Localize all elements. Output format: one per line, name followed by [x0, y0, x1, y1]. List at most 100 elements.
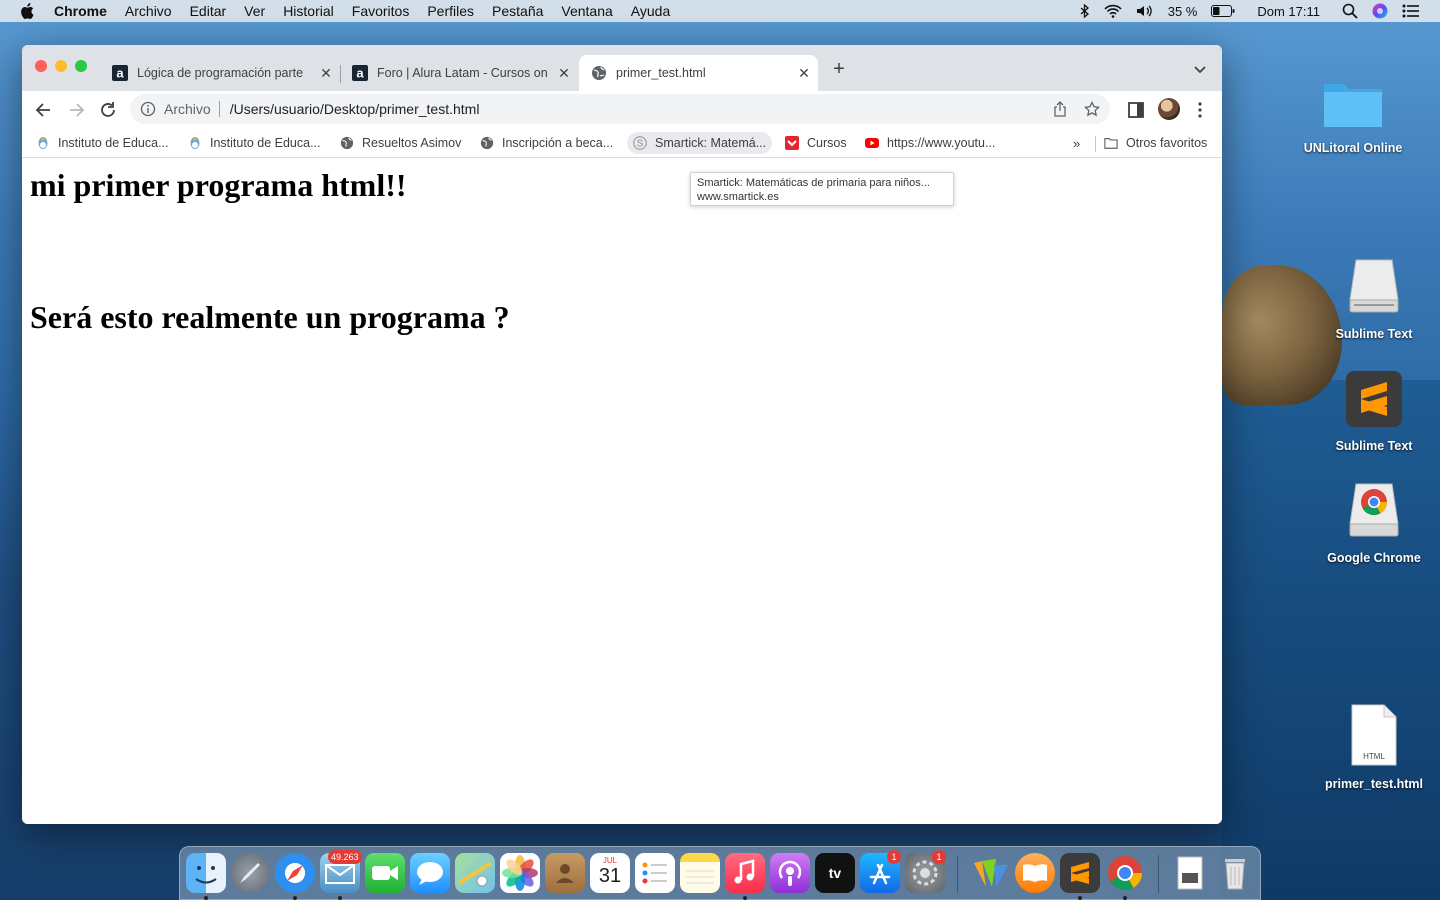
- chrome-disk-icon: [1349, 483, 1399, 537]
- bookmarks-separator: [1095, 136, 1096, 152]
- bookmark-instituto-2[interactable]: Instituto de Educa...: [182, 132, 327, 154]
- volume-icon[interactable]: [1136, 4, 1154, 18]
- apple-icon[interactable]: [20, 3, 34, 19]
- tab-title: Lógica de programación parte: [137, 66, 304, 80]
- contacts-icon[interactable]: [545, 853, 585, 893]
- page-heading-2: Será esto realmente un programa ?: [30, 299, 510, 335]
- desktop-icon-label: Sublime Text: [1335, 439, 1413, 453]
- more-menu-icon[interactable]: [1190, 100, 1210, 120]
- calendar-icon[interactable]: JUL 31: [590, 853, 630, 893]
- desktop-icon-unlitoral[interactable]: UNLitoral Online: [1288, 78, 1418, 155]
- desktop-icon-sublime-disk[interactable]: Sublime Text: [1309, 256, 1439, 341]
- forward-arrow-icon[interactable]: [66, 100, 86, 120]
- star-icon[interactable]: [1084, 101, 1100, 117]
- globe-icon: [480, 136, 494, 150]
- bookmark-label: Cursos: [807, 136, 847, 150]
- close-tab-icon[interactable]: ✕: [796, 65, 812, 81]
- share-icon[interactable]: [1052, 101, 1068, 117]
- menu-editar[interactable]: Editar: [190, 3, 227, 19]
- settings-badge: 1: [932, 850, 946, 864]
- dock-separator: [957, 855, 958, 893]
- bookmark-otros-favoritos[interactable]: Otros favoritos: [1098, 132, 1213, 154]
- smartick-icon: S: [633, 136, 647, 150]
- battery-percent[interactable]: 35 %: [1168, 4, 1198, 19]
- chevron-down-icon[interactable]: [1192, 61, 1208, 77]
- launchpad-icon[interactable]: [230, 853, 270, 893]
- desktop-icon-primer-test[interactable]: HTML primer_test.html: [1309, 704, 1439, 791]
- tab-primer-test[interactable]: primer_test.html ✕: [579, 55, 818, 91]
- menu-ver[interactable]: Ver: [244, 3, 265, 19]
- menu-perfiles[interactable]: Perfiles: [427, 3, 474, 19]
- notes-icon[interactable]: [680, 853, 720, 893]
- bluetooth-icon[interactable]: [1080, 4, 1090, 18]
- desktop-icon-sublime-app[interactable]: Sublime Text: [1309, 370, 1439, 453]
- minimize-window-button[interactable]: [55, 60, 67, 72]
- bookmark-label: https://www.youtu...: [887, 136, 996, 150]
- desktop-icon-chrome-disk[interactable]: Google Chrome: [1309, 480, 1439, 565]
- menu-pestana[interactable]: Pestaña: [492, 3, 543, 19]
- bookmark-inscripcion-beca[interactable]: Inscripción a beca...: [474, 132, 619, 154]
- side-panel-icon[interactable]: [1126, 100, 1146, 120]
- tab-title: Foro | Alura Latam - Cursos on: [377, 66, 548, 80]
- profile-avatar[interactable]: [1158, 98, 1180, 120]
- facetime-icon[interactable]: [365, 853, 405, 893]
- menu-archivo[interactable]: Archivo: [125, 3, 172, 19]
- menu-ventana[interactable]: Ventana: [561, 3, 612, 19]
- close-tab-icon[interactable]: ✕: [556, 65, 572, 81]
- tab-logica-programacion[interactable]: a Lógica de programación parte ✕: [100, 55, 340, 91]
- books-icon[interactable]: [1015, 853, 1055, 893]
- folder-icon: [1104, 138, 1118, 149]
- music-icon[interactable]: [725, 853, 765, 893]
- close-tab-icon[interactable]: ✕: [318, 65, 334, 81]
- safari-icon[interactable]: [275, 853, 315, 893]
- bookmark-cursos[interactable]: Cursos: [779, 132, 853, 154]
- appletv-icon[interactable]: tv: [815, 853, 855, 893]
- finder-icon[interactable]: [186, 853, 226, 893]
- podcasts-icon[interactable]: [770, 853, 810, 893]
- bookmark-smartick[interactable]: S Smartick: Matemá...: [627, 132, 773, 154]
- bookmark-instituto-1[interactable]: Instituto de Educa...: [30, 132, 175, 154]
- downloads-stack-icon[interactable]: [1170, 853, 1210, 893]
- fullscreen-window-button[interactable]: [75, 60, 87, 72]
- control-center-icon[interactable]: [1402, 4, 1420, 18]
- siri-icon[interactable]: [1372, 3, 1388, 19]
- maps-icon[interactable]: [455, 853, 495, 893]
- tooltip-url: www.smartick.es: [697, 191, 779, 203]
- dock-separator: [1158, 855, 1159, 893]
- bookmark-youtube[interactable]: https://www.youtu...: [859, 132, 1001, 154]
- back-arrow-icon[interactable]: [34, 100, 54, 120]
- info-icon[interactable]: [140, 101, 156, 117]
- sublime-icon: [1346, 371, 1402, 427]
- menu-ayuda[interactable]: Ayuda: [631, 3, 670, 19]
- menubar-clock[interactable]: Dom 17:11: [1257, 4, 1320, 19]
- menu-app-name[interactable]: Chrome: [54, 3, 107, 19]
- globe-icon: [340, 136, 354, 150]
- wifi-icon[interactable]: [1104, 4, 1122, 18]
- mindnode-icon[interactable]: [970, 853, 1010, 893]
- more-bookmarks-icon[interactable]: »: [1073, 136, 1080, 151]
- battery-icon[interactable]: [1211, 5, 1235, 17]
- argentina-seal-icon: [38, 137, 48, 149]
- menu-historial[interactable]: Historial: [283, 3, 334, 19]
- address-bar[interactable]: Archivo /Users/usuario/Desktop/primer_te…: [130, 94, 1110, 124]
- reminders-icon[interactable]: [635, 853, 675, 893]
- bookmark-label: Otros favoritos: [1126, 136, 1208, 150]
- tab-title: primer_test.html: [616, 66, 706, 80]
- chrome-icon[interactable]: [1105, 853, 1145, 893]
- url-text[interactable]: /Users/usuario/Desktop/primer_test.html: [230, 101, 480, 117]
- reload-icon[interactable]: [98, 100, 118, 120]
- trash-icon[interactable]: [1215, 853, 1255, 893]
- bookmark-label: Resueltos Asimov: [362, 136, 462, 150]
- address-divider: [218, 101, 220, 117]
- tab-foro-alura[interactable]: a Foro | Alura Latam - Cursos on ✕: [340, 55, 578, 91]
- messages-icon[interactable]: [410, 853, 450, 893]
- globe-icon: [592, 66, 606, 80]
- close-window-button[interactable]: [35, 60, 47, 72]
- sublime-text-icon[interactable]: [1060, 853, 1100, 893]
- menu-favoritos[interactable]: Favoritos: [352, 3, 410, 19]
- spotlight-search-icon[interactable]: [1342, 3, 1358, 19]
- bookmark-resueltos-asimov[interactable]: Resueltos Asimov: [334, 132, 467, 154]
- alura-icon: a: [352, 65, 368, 81]
- photos-icon[interactable]: [500, 853, 540, 893]
- new-tab-button[interactable]: +: [829, 59, 849, 79]
